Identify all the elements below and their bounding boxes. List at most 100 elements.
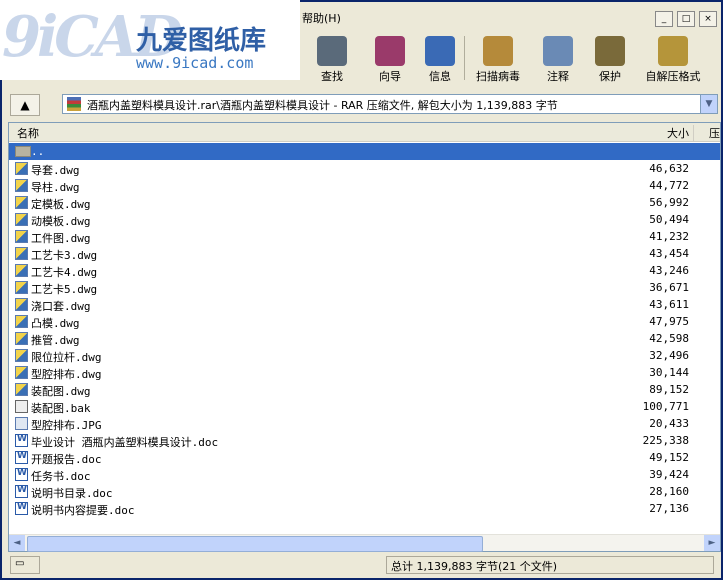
- dwg-file-icon: [15, 315, 28, 328]
- file-row[interactable]: 工件图.dwg 41,232: [9, 228, 720, 245]
- status-bar: ▭ 总计 1,139,883 字节(21 个文件): [6, 554, 717, 576]
- file-name: 浇口套.dwg: [31, 300, 91, 313]
- file-row[interactable]: 凸模.dwg 47,975: [9, 313, 720, 330]
- dwg-file-icon: [15, 298, 28, 311]
- wizard-icon: [375, 36, 405, 66]
- toolbar-wizard-button[interactable]: 向导: [362, 30, 418, 86]
- scroll-right-icon[interactable]: ►: [704, 535, 720, 551]
- horizontal-scrollbar[interactable]: ◄ ►: [9, 534, 720, 552]
- file-row[interactable]: 开题报告.doc 49,152: [9, 449, 720, 466]
- scroll-thumb[interactable]: [27, 536, 483, 552]
- file-row[interactable]: 工艺卡5.dwg 36,671: [9, 279, 720, 296]
- file-row[interactable]: 工艺卡4.dwg 43,246: [9, 262, 720, 279]
- file-name: 型腔排布.JPG: [31, 419, 102, 432]
- toolbar-sfx-button[interactable]: 自解压格式: [638, 30, 708, 86]
- scroll-left-icon[interactable]: ◄: [9, 535, 25, 551]
- toolbar-find-button[interactable]: 查找: [304, 30, 360, 86]
- folder-file-icon: [15, 146, 31, 157]
- file-size: 43,611: [649, 298, 689, 311]
- maximize-button[interactable]: □: [677, 11, 695, 27]
- file-name: 开题报告.doc: [31, 453, 102, 466]
- file-row[interactable]: 浇口套.dwg 43,611: [9, 296, 720, 313]
- file-row[interactable]: 推管.dwg 42,598: [9, 330, 720, 347]
- doc-file-icon: [15, 485, 28, 498]
- file-list: 名称 大小 压 .. 导套.dwg 46,632 导柱.dwg 44,772 定模板.dw…: [8, 122, 721, 552]
- doc-file-icon: [15, 468, 28, 481]
- file-size: 43,246: [649, 264, 689, 277]
- toolbar-label: 查找: [321, 70, 343, 83]
- file-size: 36,671: [649, 281, 689, 294]
- file-row[interactable]: 动模板.dwg 50,494: [9, 211, 720, 228]
- file-row[interactable]: 导柱.dwg 44,772: [9, 177, 720, 194]
- toolbar-label: 信息: [429, 70, 451, 83]
- file-size: 50,494: [649, 213, 689, 226]
- dwg-file-icon: [15, 383, 28, 396]
- file-name: 推管.dwg: [31, 334, 80, 347]
- dwg-file-icon: [15, 247, 28, 260]
- toolbar: 查找 向导 信息 扫描病毒 注释 保护 自解压格式: [300, 30, 721, 86]
- file-name: ..: [31, 145, 45, 158]
- dwg-file-icon: [15, 179, 28, 192]
- toolbar-info-button[interactable]: 信息: [412, 30, 468, 86]
- file-name: 型腔排布.dwg: [31, 368, 102, 381]
- file-row[interactable]: ..: [9, 143, 720, 160]
- column-packed-header[interactable]: 压: [709, 125, 720, 141]
- file-name: 说明书内容提要.doc: [31, 504, 135, 517]
- rar-archive-icon: [67, 97, 81, 111]
- status-total-cell: 总计 1,139,883 字节(21 个文件): [386, 556, 714, 574]
- path-text: 酒瓶内盖塑料模具设计.rar\酒瓶内盖塑料模具设计 - RAR 压缩文件, 解包…: [87, 99, 558, 112]
- file-row[interactable]: 装配图.bak 100,771: [9, 398, 720, 415]
- bak-file-icon: [15, 400, 28, 413]
- dwg-file-icon: [15, 196, 28, 209]
- column-name-header[interactable]: 名称: [17, 125, 39, 141]
- column-size-header[interactable]: 大小: [569, 125, 694, 141]
- file-name: 毕业设计 酒瓶内盖塑料模具设计.doc: [31, 436, 219, 449]
- file-row[interactable]: 型腔排布.JPG 20,433: [9, 415, 720, 432]
- file-row[interactable]: 任务书.doc 39,424: [9, 466, 720, 483]
- toolbar-protect-button[interactable]: 保护: [582, 30, 638, 86]
- file-size: 42,598: [649, 332, 689, 345]
- file-row[interactable]: 说明书内容提要.doc 27,136: [9, 500, 720, 517]
- file-size: 44,772: [649, 179, 689, 192]
- file-size: 27,136: [649, 502, 689, 515]
- file-name: 工艺卡5.dwg: [31, 283, 98, 296]
- close-button[interactable]: ×: [699, 11, 717, 27]
- path-combobox[interactable]: 酒瓶内盖塑料模具设计.rar\酒瓶内盖塑料模具设计 - RAR 压缩文件, 解包…: [62, 94, 718, 114]
- file-row[interactable]: 导套.dwg 46,632: [9, 160, 720, 177]
- toolbar-virus-scan-button[interactable]: 扫描病毒: [470, 30, 526, 86]
- dwg-file-icon: [15, 332, 28, 345]
- file-size: 225,338: [642, 434, 689, 447]
- file-name: 装配图.bak: [31, 402, 91, 415]
- minimize-button[interactable]: _: [655, 11, 673, 27]
- file-row[interactable]: 毕业设计 酒瓶内盖塑料模具设计.doc 225,338: [9, 432, 720, 449]
- file-size: 47,975: [649, 315, 689, 328]
- file-row[interactable]: 定模板.dwg 56,992: [9, 194, 720, 211]
- file-row[interactable]: 装配图.dwg 89,152: [9, 381, 720, 398]
- toolbar-label: 扫描病毒: [476, 70, 520, 83]
- file-row[interactable]: 说明书目录.doc 28,160: [9, 483, 720, 500]
- logo-chinese: 九爱图纸库: [136, 26, 267, 56]
- toolbar-label: 自解压格式: [645, 70, 701, 83]
- drive-icon: ▭: [15, 558, 25, 569]
- file-size: 89,152: [649, 383, 689, 396]
- toolbar-comment-button[interactable]: 注释: [530, 30, 586, 86]
- up-folder-button[interactable]: ▲: [10, 94, 40, 116]
- dwg-file-icon: [15, 366, 28, 379]
- comment-icon: [543, 36, 573, 66]
- file-row[interactable]: 型腔排布.dwg 30,144: [9, 364, 720, 381]
- file-name: 导套.dwg: [31, 164, 80, 177]
- file-name: 限位拉杆.dwg: [31, 351, 102, 364]
- jpg-file-icon: [15, 417, 28, 430]
- file-size: 100,771: [642, 400, 689, 413]
- file-size: 46,632: [649, 162, 689, 175]
- file-name: 装配图.dwg: [31, 385, 91, 398]
- chevron-down-icon[interactable]: ▼: [700, 95, 717, 113]
- sfx-icon: [658, 36, 688, 66]
- menu-help[interactable]: 帮助(H): [302, 10, 341, 26]
- find-icon: [317, 36, 347, 66]
- file-name: 定模板.dwg: [31, 198, 91, 211]
- toolbar-separator: [464, 36, 465, 80]
- file-row[interactable]: 工艺卡3.dwg 43,454: [9, 245, 720, 262]
- file-row[interactable]: 限位拉杆.dwg 32,496: [9, 347, 720, 364]
- toolbar-label: 向导: [379, 70, 401, 83]
